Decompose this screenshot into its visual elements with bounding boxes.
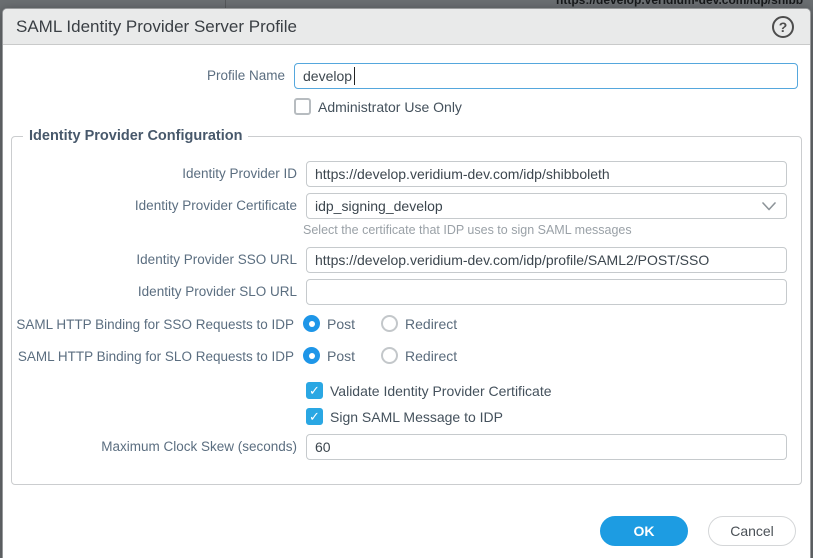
identity-provider-slo-url-control (306, 279, 787, 305)
administrator-use-only-label: Administrator Use Only (318, 99, 462, 115)
radio-button[interactable] (381, 347, 398, 364)
slo-binding-redirect-label: Redirect (405, 348, 457, 364)
certificate-helper-text: Select the certificate that IDP uses to … (303, 221, 787, 247)
identity-provider-sso-url-label: Identity Provider SSO URL (12, 252, 306, 268)
radio-button[interactable] (381, 315, 398, 332)
help-glyph: ? (779, 19, 788, 35)
identity-provider-slo-url-input[interactable] (306, 279, 787, 305)
identity-provider-id-row: Identity Provider ID (12, 161, 787, 187)
sign-saml-message-row: Sign SAML Message to IDP (12, 408, 787, 425)
sso-binding-label: SAML HTTP Binding for SSO Requests to ID… (12, 315, 303, 333)
identity-provider-id-control (306, 161, 787, 187)
chevron-down-icon (762, 202, 776, 211)
identity-provider-certificate-row: Identity Provider Certificate idp_signin… (12, 193, 787, 219)
identity-provider-certificate-select[interactable]: idp_signing_develop (306, 193, 787, 219)
slo-binding-post-option[interactable]: Post (303, 347, 355, 364)
administrator-use-only-row: Administrator Use Only (3, 98, 810, 115)
max-clock-skew-control (306, 434, 787, 460)
identity-provider-sso-url-row: Identity Provider SSO URL (12, 247, 787, 273)
slo-binding-radio-group: Post Redirect (303, 347, 787, 364)
profile-name-label: Profile Name (3, 68, 294, 84)
sso-binding-radio-group: Post Redirect (303, 315, 787, 332)
identity-provider-configuration-section: Identity Provider Configuration Identity… (11, 128, 802, 485)
validate-certificate-label: Validate Identity Provider Certificate (330, 383, 552, 399)
administrator-use-only-checkbox[interactable] (294, 98, 311, 115)
certificate-helper-row: Select the certificate that IDP uses to … (12, 221, 787, 247)
dialog-title: SAML Identity Provider Server Profile (16, 17, 772, 37)
sign-saml-message-checkbox[interactable] (306, 408, 323, 425)
validate-certificate-checkbox[interactable] (306, 382, 323, 399)
identity-provider-certificate-label: Identity Provider Certificate (12, 198, 306, 214)
ok-button[interactable]: OK (600, 516, 688, 546)
saml-idp-server-profile-dialog: SAML Identity Provider Server Profile ? … (2, 8, 811, 558)
identity-provider-sso-url-input[interactable] (306, 247, 787, 273)
sign-saml-message-label: Sign SAML Message to IDP (330, 409, 503, 425)
identity-provider-slo-url-label: Identity Provider SLO URL (12, 284, 306, 300)
dialog-titlebar: SAML Identity Provider Server Profile ? (3, 9, 810, 45)
slo-binding-post-label: Post (327, 348, 355, 364)
identity-provider-configuration-legend: Identity Provider Configuration (23, 128, 248, 144)
identity-provider-sso-url-control (306, 247, 787, 273)
max-clock-skew-row: Maximum Clock Skew (seconds) (12, 434, 787, 460)
help-icon[interactable]: ? (772, 16, 794, 38)
profile-name-row: Profile Name (3, 63, 798, 89)
background-url-text: https://develop.veridium-dev.com/idp/shi… (556, 0, 813, 7)
dialog-body: Profile Name Administrator Use Only Iden… (3, 45, 810, 546)
sso-binding-post-option[interactable]: Post (303, 315, 355, 332)
cancel-button[interactable]: Cancel (708, 516, 796, 546)
identity-provider-certificate-control: idp_signing_develop (306, 193, 787, 219)
sso-binding-redirect-label: Redirect (405, 316, 457, 332)
identity-provider-slo-url-row: Identity Provider SLO URL (12, 279, 787, 305)
text-cursor (354, 67, 355, 85)
radio-button[interactable] (303, 315, 320, 332)
slo-binding-label: SAML HTTP Binding for SLO Requests to ID… (12, 347, 303, 365)
radio-button[interactable] (303, 347, 320, 364)
max-clock-skew-input[interactable] (306, 434, 787, 460)
sso-binding-post-label: Post (327, 316, 355, 332)
max-clock-skew-label: Maximum Clock Skew (seconds) (12, 439, 306, 455)
profile-name-control (294, 63, 798, 89)
sso-binding-row: SAML HTTP Binding for SSO Requests to ID… (12, 315, 787, 333)
dialog-button-row: OK Cancel (3, 516, 796, 546)
identity-provider-certificate-value: idp_signing_develop (315, 198, 762, 214)
slo-binding-redirect-option[interactable]: Redirect (381, 347, 457, 364)
identity-provider-id-input[interactable] (306, 161, 787, 187)
sso-binding-redirect-option[interactable]: Redirect (381, 315, 457, 332)
slo-binding-row: SAML HTTP Binding for SLO Requests to ID… (12, 347, 787, 365)
profile-name-input[interactable] (294, 63, 798, 89)
identity-provider-id-label: Identity Provider ID (12, 166, 306, 182)
validate-certificate-row: Validate Identity Provider Certificate (12, 382, 787, 399)
